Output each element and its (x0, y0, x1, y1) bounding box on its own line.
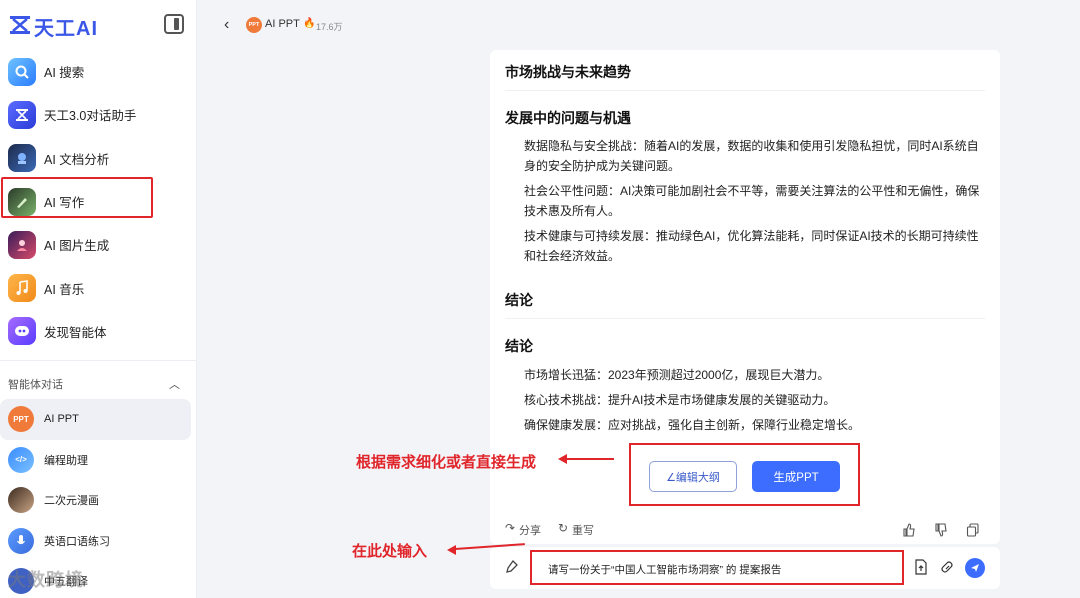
nav-label: 发现智能体 (44, 325, 107, 340)
annotation-arrow-head-2 (447, 545, 456, 555)
image-generation-icon (8, 230, 36, 259)
back-arrow-icon[interactable]: ‹ (224, 16, 229, 34)
nav-label: AI 音乐 (44, 282, 85, 297)
sidebar-divider (0, 360, 197, 361)
thumbs-up-icon[interactable] (902, 523, 916, 537)
watermark: 大数跨境 (8, 570, 84, 590)
link-icon[interactable] (940, 559, 954, 575)
thumbs-down-icon[interactable] (934, 523, 948, 537)
page-title: AI PPT (265, 18, 300, 30)
send-button[interactable] (965, 558, 985, 578)
agent-item-coding[interactable]: </> 编程助理 (0, 440, 191, 481)
ppt-badge-icon: PPT (246, 17, 262, 33)
rewrite-icon[interactable]: ↻ (558, 521, 568, 535)
divider (505, 90, 985, 91)
sidebar-collapse-icon[interactable] (164, 14, 184, 34)
agent-label: 英语口语练习 (44, 535, 110, 548)
nav-label: AI 文档分析 (44, 152, 110, 167)
annotation-input-text: 在此处输入 (352, 543, 428, 560)
heading-market-challenges: 市场挑战与未来趋势 (505, 64, 631, 80)
brush-icon[interactable] (504, 559, 520, 575)
microphone-icon (8, 527, 34, 554)
agent-label: 二次元漫画 (44, 495, 99, 508)
agent-item-anime[interactable]: 二次元漫画 (0, 480, 191, 521)
top-bar: ‹ PPT AI PPT 🔥 17.6万 (198, 0, 1080, 50)
share-button[interactable]: 分享 (519, 522, 541, 538)
paragraph-market-growth: 市场增长迅猛：2023年预测超过2000亿，展现巨大潜力。 (524, 368, 830, 382)
hot-count: 17.6万 (316, 22, 343, 32)
nav-label: AI 图片生成 (44, 239, 110, 254)
annotation-arrow-line (566, 458, 614, 460)
agent-discover-icon (8, 317, 36, 346)
copy-icon[interactable] (966, 523, 980, 537)
tiangong-logo-icon (10, 16, 30, 34)
chat-assistant-icon (8, 100, 36, 129)
paragraph-social-fairness: 社会公平性问题：AI决策可能加剧社会不平等，需要关注算法的公平性和无偏性，确保技… (524, 184, 980, 218)
share-icon[interactable]: ↷ (505, 521, 515, 535)
nav-item-doc-analysis[interactable]: AI 文档分析 (0, 137, 197, 180)
nav-item-image-generation[interactable]: AI 图片生成 (0, 223, 197, 266)
heading-problems-opportunities: 发展中的问题与机遇 (505, 110, 631, 126)
paragraph-sustainability: 技术健康与可持续发展：推动绿色AI，优化算法能耗，同时保证AI技术的长期可持续性… (524, 229, 979, 263)
search-icon (8, 57, 36, 86)
document-analysis-icon (8, 144, 36, 173)
send-icon (971, 564, 979, 572)
annotation-box-ai-writing (1, 177, 153, 218)
heading-conclusion: 结论 (505, 292, 533, 308)
nav-label: 天工3.0对话助手 (44, 109, 137, 124)
agent-item-ai-ppt[interactable]: PPT AI PPT (0, 399, 191, 440)
nav-item-discover-agents[interactable]: 发现智能体 (0, 310, 197, 353)
agent-label: 编程助理 (44, 454, 88, 467)
action-row: ↷ 分享 ↻ 重写 (490, 520, 1000, 540)
paragraph-data-privacy: 数据隐私与安全挑战：随着AI的发展，数据的收集和使用引发隐私担忧，同时AI系统自… (524, 139, 979, 173)
anime-avatar-icon (8, 487, 34, 514)
divider (505, 318, 985, 319)
heading-conclusion-2: 结论 (505, 338, 533, 354)
chevron-up-icon[interactable]: ︿ (169, 376, 180, 392)
agent-label: AI PPT (44, 413, 79, 426)
music-icon (8, 274, 36, 303)
paragraph-core-tech: 核心技术挑战：提升AI技术是市场健康发展的关键驱动力。 (524, 393, 836, 407)
annotation-box-input (530, 550, 904, 585)
fire-icon: 🔥 (303, 18, 316, 29)
nav-item-ai-music[interactable]: AI 音乐 (0, 266, 197, 309)
annotation-arrow-head (558, 454, 567, 464)
section-title: 智能体对话 (8, 379, 63, 391)
nav-label: AI 搜索 (44, 66, 85, 81)
agent-section-header[interactable]: 智能体对话 ︿ (8, 376, 184, 392)
code-icon: </> (8, 446, 34, 473)
paragraph-healthy-development: 确保健康发展：应对挑战，强化自主创新，保障行业稳定增长。 (524, 418, 861, 432)
annotation-box-buttons (629, 443, 860, 506)
file-upload-icon[interactable] (914, 559, 928, 575)
sidebar: 天工AI AI 搜索 天工3.0对话助手 AI 文档分析 AI 写作 AI 图片… (0, 0, 197, 598)
rewrite-button[interactable]: 重写 (572, 522, 594, 538)
nav-item-chat-assistant[interactable]: 天工3.0对话助手 (0, 93, 197, 136)
logo-text: 天工AI (34, 18, 98, 40)
ppt-icon: PPT (8, 406, 34, 433)
agent-item-english[interactable]: 英语口语练习 (0, 521, 191, 562)
logo[interactable]: 天工AI (8, 12, 188, 40)
annotation-refine-text: 根据需求细化或者直接生成 (356, 454, 537, 471)
nav-item-ai-search[interactable]: AI 搜索 (0, 50, 197, 93)
